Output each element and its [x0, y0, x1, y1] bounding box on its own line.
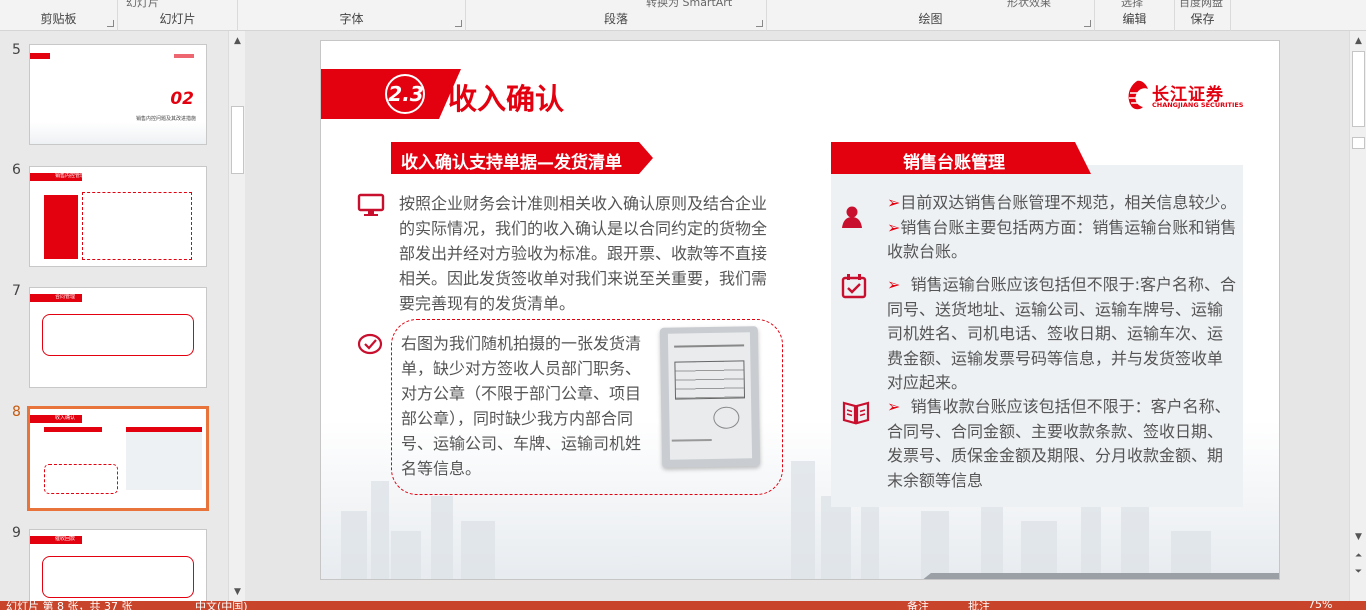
select-button[interactable]: 选择 [1121, 0, 1143, 10]
slide-number-active: 8 [12, 404, 21, 420]
smartart-button[interactable]: 转换为 SmartArt [646, 0, 732, 10]
changjiang-logo-icon [1128, 80, 1148, 110]
section-badge: 2.3 [388, 82, 424, 106]
ribbon-group-editing: 选择 编辑 [1095, 0, 1175, 31]
right-para2-text: 销售运输台账应该包括但不限于:客户名称、合同号、送货地址、运输公司、运输车牌号、… [887, 275, 1236, 392]
left-paragraph-2: 右图为我们随机拍摄的一张发货清单，缺少对方签收人员部门职务、对方公章（不限于部门… [401, 334, 642, 478]
logo-subtext: CHANGJIANG SECURITIES [1152, 101, 1244, 109]
slide-thumbnail-6[interactable]: 销售内控管理 [29, 166, 207, 267]
thumb-title: 合同管理 [55, 294, 76, 300]
new-slide-button[interactable]: 幻灯片 [126, 0, 159, 10]
left-paragraph-1: 按照企业财务会计准则相关收入确认原则及结合企业的实际情况，我们的收入确认是以合同… [399, 194, 768, 313]
language-indicator[interactable]: 中文(中国) [195, 601, 248, 610]
check-circle-icon [357, 333, 383, 355]
dialog-launcher-icon[interactable] [455, 20, 462, 27]
dialog-launcher-icon[interactable] [756, 20, 763, 27]
monitor-icon [357, 193, 385, 216]
right-paragraph-1: ➢目前双达销售台账管理不规范，相关信息较少。 ➢销售台账主要包括两方面：销售运输… [887, 191, 1237, 265]
ribbon-group-label: 绘图 [918, 12, 943, 26]
slide-number: 5 [12, 42, 21, 58]
ribbon-group-drawing: 形状效果 绘图 [767, 0, 1095, 31]
thumb-title: 收入确认 [55, 415, 76, 421]
dialog-launcher-icon[interactable] [1084, 20, 1091, 27]
slide-counter: 幻灯片 第 8 张，共 37 张 [6, 601, 133, 610]
status-bar: 幻灯片 第 8 张，共 37 张 中文(中国) 备注 批注 75% [0, 601, 1366, 610]
arrow-bullet-icon: ➢ [887, 397, 901, 416]
thumb-caption: 销售内控问题及其改进措施 [135, 116, 196, 122]
thumbnail-scrollbar[interactable]: ▲ ▼ [228, 31, 245, 601]
ribbon-group-label: 保存 [1190, 12, 1215, 26]
scroll-thumb[interactable] [1352, 51, 1365, 127]
scroll-up-icon[interactable]: ▲ [1352, 35, 1365, 48]
dialog-launcher-icon[interactable] [107, 20, 114, 27]
next-slide-icon[interactable]: ⏷ [1352, 566, 1365, 579]
ribbon-group-label: 幻灯片 [159, 12, 196, 26]
slide-thumbnail-7[interactable]: 合同管理 [29, 287, 207, 388]
shape-effects-button[interactable]: 形状效果 [1007, 0, 1051, 10]
scroll-thumb[interactable] [231, 106, 244, 174]
ribbon-group-label: 字体 [339, 12, 364, 26]
thumb-section-number: 02 [170, 89, 194, 109]
slide-number: 7 [12, 283, 21, 299]
arrow-bullet-icon: ➢ [887, 193, 901, 212]
delivery-note-photo [659, 326, 761, 468]
right-header-text: 销售台账管理 [903, 153, 1005, 173]
zoom-level[interactable]: 75% [1308, 601, 1332, 610]
slide-thumbnail-pane: 5 02 销售内控问题及其改进措施 6 销售内控管理 7 合同管理 8 收入确认… [0, 31, 228, 601]
slide-editor[interactable]: 2.3 收入确认 长江证券 CHANGJIANG SECURITIES 收入确认… [245, 31, 1349, 601]
editor-scrollbar[interactable]: ▲ ▲ ▼ ⏶ ⏷ [1349, 31, 1366, 601]
right-paragraph-2: ➢ 销售运输台账应该包括但不限于:客户名称、合同号、送货地址、运输公司、运输车牌… [887, 273, 1237, 396]
slide-thumbnail-9[interactable]: 催收回款 [29, 529, 207, 601]
ribbon-group-save: 百度网盘 保存 [1175, 0, 1231, 31]
ribbon-group-slides: 幻灯片 幻灯片 [118, 0, 238, 31]
calendar-check-icon [841, 274, 867, 299]
slide-title: 收入确认 [448, 82, 565, 116]
slide-thumbnail-8[interactable]: 收入确认 [27, 406, 209, 511]
right-para1-line1: 目前双达销售台账管理不规范，相关信息较少。 [900, 193, 1237, 212]
slide-number: 9 [12, 525, 21, 541]
scroll-down-icon[interactable]: ▼ [1352, 531, 1365, 544]
scroll-down-icon[interactable]: ▼ [231, 586, 244, 599]
comments-button[interactable]: 批注 [968, 601, 990, 610]
right-paragraph-3: ➢ 销售收款台账应该包括但不限于：客户名称、合同号、合同金额、主要收款条款、签收… [887, 395, 1237, 493]
arrow-bullet-icon: ➢ [887, 217, 901, 237]
thumb-red-bar [30, 53, 50, 59]
ribbon: 剪贴板 幻灯片 幻灯片 字体 转换为 SmartArt 段落 形状效果 绘图 选… [0, 0, 1366, 31]
ribbon-group-font: 字体 [238, 0, 466, 31]
ribbon-group-clipboard: 剪贴板 [0, 0, 118, 31]
open-book-icon [842, 401, 870, 425]
slide-thumbnail-5[interactable]: 02 销售内控问题及其改进措施 [29, 44, 207, 145]
thumb-title: 催收回款 [55, 536, 76, 542]
ribbon-group-label: 段落 [603, 12, 628, 26]
ribbon-group-label: 剪贴板 [40, 12, 77, 26]
baidu-netdisk-button[interactable]: 百度网盘 [1179, 0, 1223, 10]
slide-number: 6 [12, 162, 21, 178]
scroll-up-icon[interactable]: ▲ [231, 35, 244, 48]
thumb-logo [174, 54, 194, 58]
person-icon [842, 206, 862, 228]
thumb-title: 销售内控管理 [55, 173, 86, 179]
ribbon-group-label: 编辑 [1122, 12, 1147, 26]
left-header-text: 收入确认支持单据—发货清单 [401, 153, 622, 173]
slide-canvas[interactable]: 2.3 收入确认 长江证券 CHANGJIANG SECURITIES 收入确认… [320, 40, 1280, 580]
right-para1-line2: 销售台账主要包括两方面：销售运输台账和销售收款台账。 [887, 217, 1237, 262]
right-para3-text: 销售收款台账应该包括但不限于：客户名称、合同号、合同金额、主要收款条款、签收日期… [887, 397, 1231, 490]
previous-slide-icon[interactable]: ⏶ [1352, 550, 1365, 563]
notes-button[interactable]: 备注 [907, 601, 929, 610]
arrow-bullet-icon: ➢ [887, 275, 901, 294]
ribbon-group-paragraph: 转换为 SmartArt 段落 [466, 0, 767, 31]
